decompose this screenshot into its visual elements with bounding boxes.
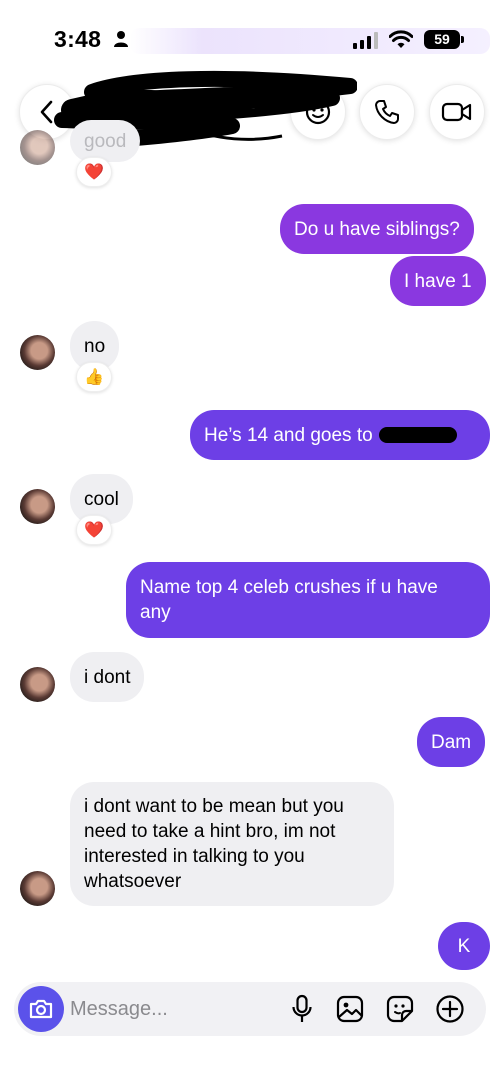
message-text-line: Name top 4 celeb crushes if u have [140, 577, 438, 598]
voice-call-button[interactable] [359, 84, 415, 140]
message-text: Dam [431, 731, 472, 753]
reaction-heart[interactable]: ❤️ [76, 157, 112, 187]
incoming-message: i dont [70, 652, 145, 702]
sticker-picker-button[interactable] [384, 993, 416, 1025]
status-time: 3:48 [54, 26, 102, 52]
wifi-icon [389, 30, 413, 48]
avatar[interactable] [20, 667, 55, 702]
battery-tip [461, 36, 464, 43]
message-text-line: need to take a hint bro, im not [84, 821, 336, 842]
more-options-button[interactable] [434, 993, 466, 1025]
microphone-icon [292, 994, 312, 1022]
person-icon [114, 31, 128, 47]
outgoing-message: Dam [417, 717, 486, 767]
incoming-message: i dont want to be mean but you need to t… [70, 782, 394, 906]
message-composer [14, 982, 486, 1036]
gallery-icon [336, 995, 364, 1023]
message-text: He’s 14 and goes to [204, 424, 373, 446]
avatar[interactable] [20, 489, 55, 524]
message-text: i dont [84, 666, 131, 688]
phone-icon [375, 100, 399, 124]
thumbs-up-reaction-icon: 👍 [84, 369, 104, 386]
text-redaction [378, 427, 457, 443]
video-call-button[interactable] [429, 84, 485, 140]
message-text-line: interested in talking to you [84, 846, 305, 867]
message-text-line: whatsoever [84, 871, 182, 892]
message-text: K [457, 935, 471, 957]
microphone-button[interactable] [286, 993, 318, 1025]
sticker-icon [386, 995, 414, 1023]
message-text-line: any [140, 602, 171, 623]
video-icon [441, 102, 472, 122]
avatar[interactable] [20, 130, 55, 165]
plus-icon [436, 995, 464, 1023]
message-text: I have 1 [404, 270, 472, 292]
outgoing-message: I have 1 [390, 256, 486, 306]
signal-icon [353, 32, 378, 49]
incoming-message: good [70, 120, 141, 162]
camera-button[interactable] [18, 986, 64, 1032]
avatar[interactable] [20, 335, 55, 370]
message-text: cool [84, 488, 119, 510]
camera-icon [29, 999, 53, 1019]
message-text-line: i dont want to be mean but you [84, 796, 344, 817]
status-bar: 3:48 59 [0, 0, 500, 80]
outgoing-message: Name top 4 celeb crushes if u have any [126, 562, 490, 638]
message-text: no [84, 335, 106, 357]
gallery-button[interactable] [334, 993, 366, 1025]
heart-reaction-icon: ❤️ [84, 522, 104, 539]
outgoing-message: He’s 14 and goes to [190, 410, 490, 460]
message-text: good [84, 130, 127, 152]
reaction-heart[interactable]: ❤️ [76, 515, 112, 545]
battery-icon: 59 [424, 30, 460, 49]
heart-reaction-icon: ❤️ [84, 164, 104, 181]
outgoing-message: Do u have siblings? [280, 204, 474, 254]
message-input[interactable] [70, 982, 270, 1036]
message-text: Do u have siblings? [294, 218, 460, 240]
avatar[interactable] [20, 871, 55, 906]
reaction-thumbs-up[interactable]: 👍 [76, 362, 112, 392]
outgoing-message: K [438, 922, 490, 970]
